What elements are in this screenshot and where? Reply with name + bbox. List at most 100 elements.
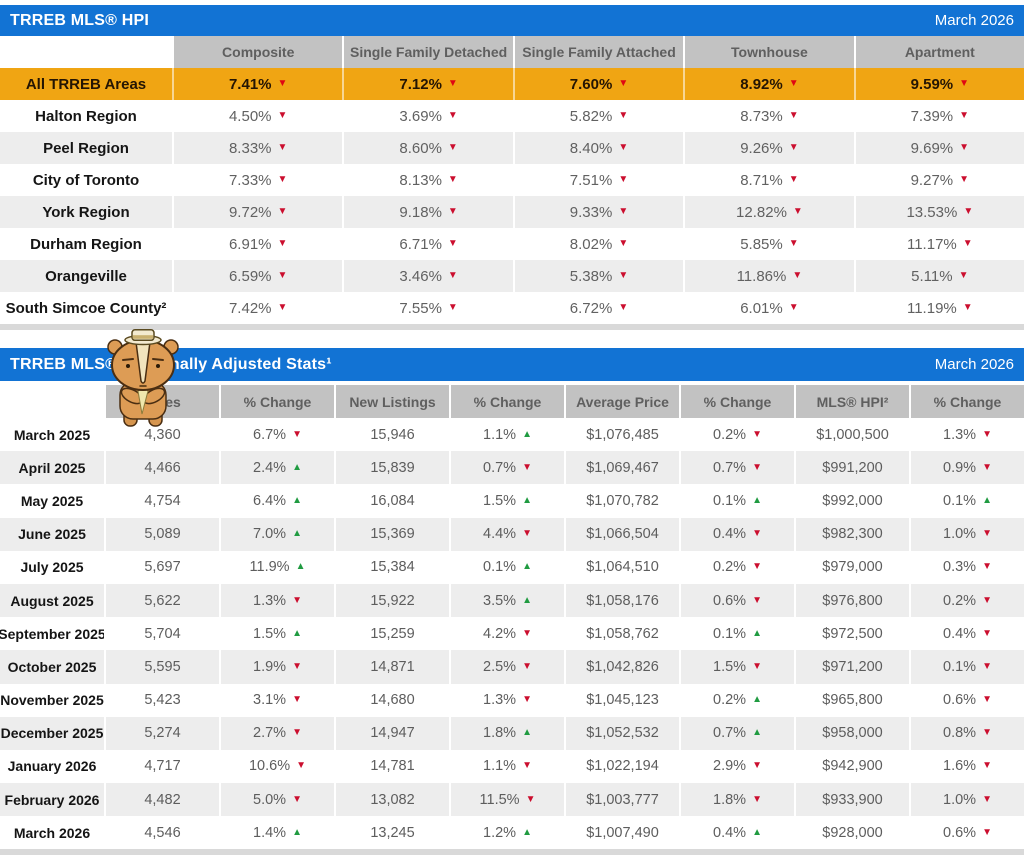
hpi-value-cell: 9.69% ▼	[853, 132, 1024, 164]
row-label: April 2025	[18, 459, 86, 476]
value-text: 5,622	[144, 592, 181, 609]
stats-value-cell: 1.5% ▲	[449, 484, 564, 518]
stats-value-cell: 2.9% ▼	[679, 749, 794, 784]
down-arrow-icon: ▼	[447, 238, 458, 249]
value-text: 14,947	[370, 725, 415, 742]
stats-value-cell: $933,900	[794, 783, 909, 817]
value-text: 7.42%	[228, 299, 272, 317]
value-text: 5,697	[144, 559, 181, 576]
stats-value-cell: 1.8% ▲	[449, 716, 564, 750]
stats-value-cell: $1,045,123	[564, 683, 679, 717]
stats-value-cell: 4,466	[104, 451, 219, 485]
stats-value-cell: $972,500	[794, 617, 909, 651]
down-arrow-icon: ▼	[447, 206, 458, 217]
value-text: 3.46%	[399, 267, 442, 285]
stats-value-cell: $1,058,762	[564, 617, 679, 651]
down-arrow-icon: ▼	[447, 302, 458, 313]
down-arrow-icon: ▼	[277, 110, 288, 121]
table-row: Orangeville 6.59% ▼ 3.46% ▼ 5.38% ▼ 11.86% ▼ 5.11…	[0, 260, 1024, 292]
stats-value-cell: 0.2% ▼	[679, 550, 794, 584]
stats-value-cell: 0.1% ▲	[679, 484, 794, 518]
hpi-header-spacer	[0, 36, 172, 68]
down-arrow-icon: ▼	[277, 270, 288, 281]
stats-table-date: March 2026	[934, 356, 1014, 373]
value-text: 11.19%	[906, 299, 957, 317]
stats-value-cell: 1.4% ▲	[219, 816, 334, 850]
hpi-value-cell: 5.85% ▼	[683, 228, 853, 260]
hpi-value-cell: 6.91% ▼	[172, 228, 342, 260]
stats-value-cell: 1.3% ▼	[449, 683, 564, 717]
value-text: 14,680	[370, 692, 415, 709]
up-arrow-icon: ▲	[295, 561, 306, 573]
value-text: $1,007,490	[586, 824, 659, 841]
down-arrow-icon: ▼	[522, 528, 532, 540]
row-label: York Region	[42, 203, 130, 221]
down-arrow-icon: ▼	[788, 78, 799, 89]
value-text: 15,369	[370, 526, 415, 543]
value-text: 1.8%	[713, 791, 747, 808]
value-text: 4.50%	[228, 107, 272, 125]
table-row: September 2025 5,704 1.5% ▲ 15,259 4.2% ▼ $1,05…	[0, 617, 1024, 651]
value-text: 15,384	[370, 559, 415, 576]
down-arrow-icon: ▼	[788, 238, 799, 249]
down-arrow-icon: ▼	[959, 174, 970, 185]
stats-value-cell: 0.6% ▼	[909, 816, 1024, 850]
hpi-value-cell: 7.12% ▼	[342, 68, 512, 100]
column-header: % Change	[909, 385, 1024, 418]
up-arrow-icon: ▲	[522, 727, 532, 739]
value-text: $979,000	[822, 559, 883, 576]
row-label: Durham Region	[30, 235, 142, 253]
value-text: 1.5%	[253, 625, 287, 642]
value-text: 8.71%	[740, 171, 783, 189]
stats-value-cell: 0.9% ▼	[909, 451, 1024, 485]
hpi-value-cell: 11.19% ▼	[853, 292, 1024, 324]
stats-value-cell: 14,871	[334, 650, 449, 684]
value-text: 5,274	[144, 725, 181, 742]
value-text: 7.41%	[228, 75, 272, 93]
value-text: 11.17%	[906, 235, 957, 253]
value-text: 2.5%	[483, 658, 517, 675]
hpi-column-header-row: Composite Single Family Detached Single Fa…	[0, 36, 1024, 68]
stats-value-cell: $1,058,176	[564, 583, 679, 618]
value-text: 5.0%	[253, 791, 287, 808]
stats-value-cell: $965,800	[794, 683, 909, 717]
table-row: All TRREB Areas 7.41% ▼ 7.12% ▼ 7.60% ▼ 8.92% ▼ 9…	[0, 68, 1024, 100]
value-text: 15,839	[370, 459, 415, 476]
rhino-mascot	[107, 329, 179, 427]
value-text: $1,069,467	[586, 459, 659, 476]
down-arrow-icon: ▼	[277, 302, 288, 313]
down-arrow-icon: ▼	[277, 78, 288, 89]
value-text: 6.72%	[569, 299, 613, 317]
value-text: 7.0%	[253, 526, 287, 543]
stats-value-cell: 15,259	[334, 617, 449, 651]
row-label: All TRREB Areas	[25, 75, 147, 93]
value-text: 1.4%	[253, 824, 287, 841]
value-text: 0.2%	[713, 692, 747, 709]
down-arrow-icon: ▼	[277, 206, 288, 217]
down-arrow-icon: ▼	[277, 142, 288, 153]
up-arrow-icon: ▲	[292, 528, 302, 540]
value-text: $1,042,826	[586, 658, 659, 675]
column-header: % Change	[679, 385, 794, 418]
table-row: Durham Region 6.91% ▼ 6.71% ▼ 8.02% ▼ 5.85% ▼ 11.…	[0, 228, 1024, 260]
value-text: $1,003,777	[586, 791, 659, 808]
column-header: Apartment	[853, 36, 1024, 68]
value-text: 9.59%	[910, 75, 954, 93]
down-arrow-icon: ▼	[752, 660, 762, 672]
value-text: 0.2%	[713, 426, 747, 443]
stats-value-cell: 15,369	[334, 517, 449, 551]
table-row: Peel Region 8.33% ▼ 8.60% ▼ 8.40% ▼ 9.26% ▼ 9.69%…	[0, 132, 1024, 164]
value-text: 7.55%	[399, 299, 442, 317]
value-text: 1.3%	[253, 592, 287, 609]
table-row: March 2026 4,546 1.4% ▲ 13,245 1.2% ▲ $1,007,49…	[0, 816, 1024, 850]
down-arrow-icon: ▼	[982, 727, 992, 739]
stats-value-cell: $1,076,485	[564, 418, 679, 452]
value-text: 8.92%	[740, 75, 783, 93]
stats-value-cell: 5,089	[104, 517, 219, 551]
stats-value-cell: 16,084	[334, 484, 449, 518]
row-label: February 2026	[4, 791, 100, 808]
value-text: 5,423	[144, 692, 181, 709]
stats-value-cell: 0.6% ▼	[909, 683, 1024, 717]
value-text: 2.7%	[253, 725, 287, 742]
value-text: 4,754	[144, 492, 181, 509]
